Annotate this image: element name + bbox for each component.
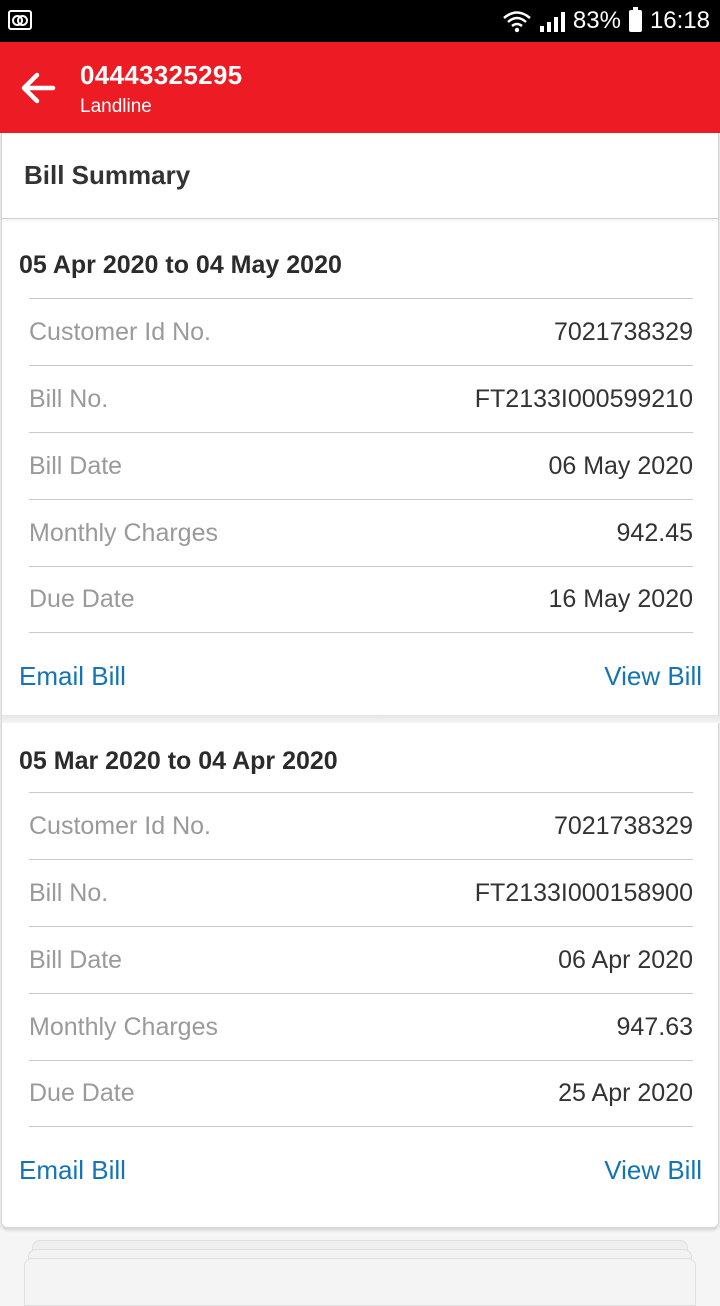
row-label: Bill No.	[29, 878, 109, 907]
row-label: Bill No.	[29, 384, 109, 413]
back-button[interactable]	[16, 66, 60, 110]
bill-row-customer-id: Customer Id No. 7021738329	[29, 298, 693, 365]
row-value: 06 May 2020	[548, 451, 693, 480]
bill-row-bill-no: Bill No. FT2133I000158900	[29, 859, 693, 926]
bill-row-monthly-charges: Monthly Charges 947.63	[29, 993, 693, 1060]
voicemail-icon	[8, 10, 32, 30]
connection-type-subtitle: Landline	[80, 96, 152, 117]
bill-summary-heading: Bill Summary	[2, 133, 718, 219]
bill-card: 05 Mar 2020 to 04 Apr 2020 Customer Id N…	[2, 723, 718, 1213]
bill-period: 05 Mar 2020 to 04 Apr 2020	[19, 747, 338, 775]
row-value: 25 Apr 2020	[558, 1079, 693, 1107]
row-value: FT2133I000599210	[474, 384, 693, 413]
battery-percent: 83%	[572, 7, 621, 34]
row-value: FT2133I000158900	[474, 878, 693, 907]
app-bar: 04443325295 Landline	[0, 42, 720, 133]
stacked-card-edge	[24, 1258, 696, 1306]
row-label: Bill Date	[29, 945, 123, 974]
status-bar: 83% 16:18	[0, 0, 720, 42]
signal-icon	[539, 10, 565, 32]
bill-row-customer-id: Customer Id No. 7021738329	[29, 792, 693, 859]
wifi-icon	[503, 11, 531, 33]
arrow-left-icon	[21, 72, 56, 104]
row-value: 7021738329	[553, 317, 693, 346]
row-value: 942.45	[616, 518, 693, 547]
row-value: 06 Apr 2020	[558, 945, 693, 974]
row-label: Customer Id No.	[29, 317, 212, 346]
row-value: 947.63	[616, 1012, 693, 1041]
bill-period: 05 Apr 2020 to 04 May 2020	[19, 251, 342, 279]
row-value: 16 May 2020	[548, 585, 693, 613]
bill-row-due-date: Due Date 25 Apr 2020	[29, 1060, 693, 1127]
bill-row-monthly-charges: Monthly Charges 942.45	[29, 499, 693, 566]
email-bill-link[interactable]: Email Bill	[19, 661, 126, 692]
card-divider	[2, 715, 720, 723]
view-bill-link[interactable]: View Bill	[604, 661, 702, 692]
bill-summary-card: Bill Summary 05 Apr 2020 to 04 May 2020 …	[1, 133, 720, 1228]
bill-row-bill-date: Bill Date 06 May 2020	[29, 432, 693, 499]
row-value: 7021738329	[553, 811, 693, 840]
view-bill-link[interactable]: View Bill	[604, 1155, 702, 1186]
row-label: Due Date	[29, 585, 135, 613]
phone-number-title: 04443325295	[80, 60, 243, 90]
clock: 16:18	[649, 7, 710, 34]
bill-card: 05 Apr 2020 to 04 May 2020 Customer Id N…	[2, 227, 718, 715]
battery-icon	[628, 7, 642, 32]
content-area[interactable]: Bill Summary 05 Apr 2020 to 04 May 2020 …	[0, 133, 720, 1306]
row-label: Monthly Charges	[29, 1012, 218, 1041]
row-label: Monthly Charges	[29, 518, 218, 547]
email-bill-link[interactable]: Email Bill	[19, 1155, 126, 1186]
row-label: Customer Id No.	[29, 811, 212, 840]
row-label: Due Date	[29, 1079, 135, 1107]
row-label: Bill Date	[29, 451, 123, 480]
bill-row-bill-no: Bill No. FT2133I000599210	[29, 365, 693, 432]
bill-row-bill-date: Bill Date 06 Apr 2020	[29, 926, 693, 993]
bill-row-due-date: Due Date 16 May 2020	[29, 566, 693, 633]
